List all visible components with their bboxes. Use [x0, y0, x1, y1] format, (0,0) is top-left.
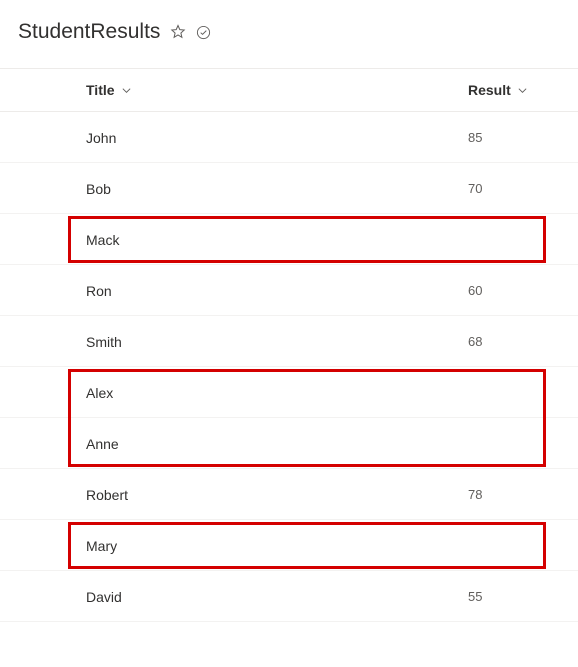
column-header-result-label: Result	[468, 82, 511, 98]
table-row[interactable]: David55	[0, 571, 578, 622]
column-header-title-label: Title	[86, 82, 115, 98]
cell-result: 78	[468, 487, 578, 502]
table-row[interactable]: Mack	[0, 214, 578, 265]
cell-result: 60	[468, 283, 578, 298]
table-row[interactable]: Ron60	[0, 265, 578, 316]
chevron-down-icon	[517, 85, 528, 96]
cell-title: Anne	[86, 434, 468, 452]
cell-result: 85	[468, 130, 578, 145]
data-table: Title Result John85Bob70MackRon60Smith68…	[0, 68, 578, 622]
table-row[interactable]: Anne	[0, 418, 578, 469]
cell-title: Robert	[86, 485, 468, 503]
column-header-title[interactable]: Title	[86, 82, 468, 98]
cell-title: Mary	[86, 536, 468, 554]
table-body: John85Bob70MackRon60Smith68AlexAnneRober…	[0, 112, 578, 622]
table-row[interactable]: Robert78	[0, 469, 578, 520]
column-header-result[interactable]: Result	[468, 82, 578, 98]
page-header: StudentResults	[0, 0, 578, 68]
page-title: StudentResults	[18, 20, 160, 44]
table-row[interactable]: Bob70	[0, 163, 578, 214]
cell-title: John	[86, 128, 468, 146]
check-circle-icon[interactable]	[196, 25, 211, 40]
table-header-row: Title Result	[0, 68, 578, 112]
cell-title: David	[86, 587, 468, 605]
chevron-down-icon	[121, 85, 132, 96]
cell-title: Ron	[86, 281, 468, 299]
cell-result: 70	[468, 181, 578, 196]
cell-title: Bob	[86, 179, 468, 197]
cell-title: Smith	[86, 332, 468, 350]
cell-result: 68	[468, 334, 578, 349]
cell-result: 55	[468, 589, 578, 604]
favorite-star-icon[interactable]	[170, 24, 186, 40]
table-row[interactable]: Alex	[0, 367, 578, 418]
table-row[interactable]: John85	[0, 112, 578, 163]
cell-title: Mack	[86, 230, 468, 248]
cell-title: Alex	[86, 383, 468, 401]
table-row[interactable]: Smith68	[0, 316, 578, 367]
table-row[interactable]: Mary	[0, 520, 578, 571]
